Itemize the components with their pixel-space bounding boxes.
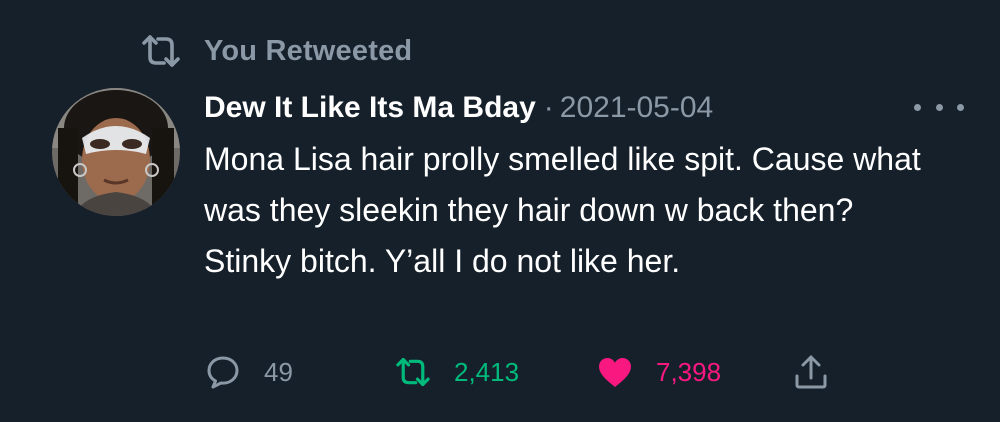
retweet-icon [140,30,182,72]
retweet-icon [394,353,432,391]
tweet-header: Dew It Like Its Ma Bday · 2021-05-04 [204,86,964,130]
reply-icon [204,353,242,391]
retweet-button[interactable]: 2,413 [394,352,519,392]
reply-button[interactable]: 49 [204,352,293,392]
avatar[interactable] [52,88,180,216]
heart-icon [596,353,634,391]
separator-dot: · [543,91,554,124]
reply-count: 49 [264,356,293,387]
retweet-banner: You Retweeted [140,30,412,72]
more-options-icon[interactable] [914,94,964,120]
like-button[interactable]: 7,398 [596,352,721,392]
retweet-banner-label: You Retweeted [204,34,413,67]
share-icon [792,353,830,391]
display-name[interactable]: Dew It Like Its Ma Bday [204,91,536,125]
tweet-date[interactable]: 2021-05-04 [560,91,713,125]
tweet-text: Mona Lisa hair prolly smelled like spit.… [204,141,921,279]
share-button[interactable] [792,352,830,392]
retweet-count: 2,413 [454,356,520,387]
tweet[interactable]: Dew It Like Its Ma Bday · 2021-05-04 Mon… [204,86,964,287]
like-count: 7,398 [656,356,722,387]
